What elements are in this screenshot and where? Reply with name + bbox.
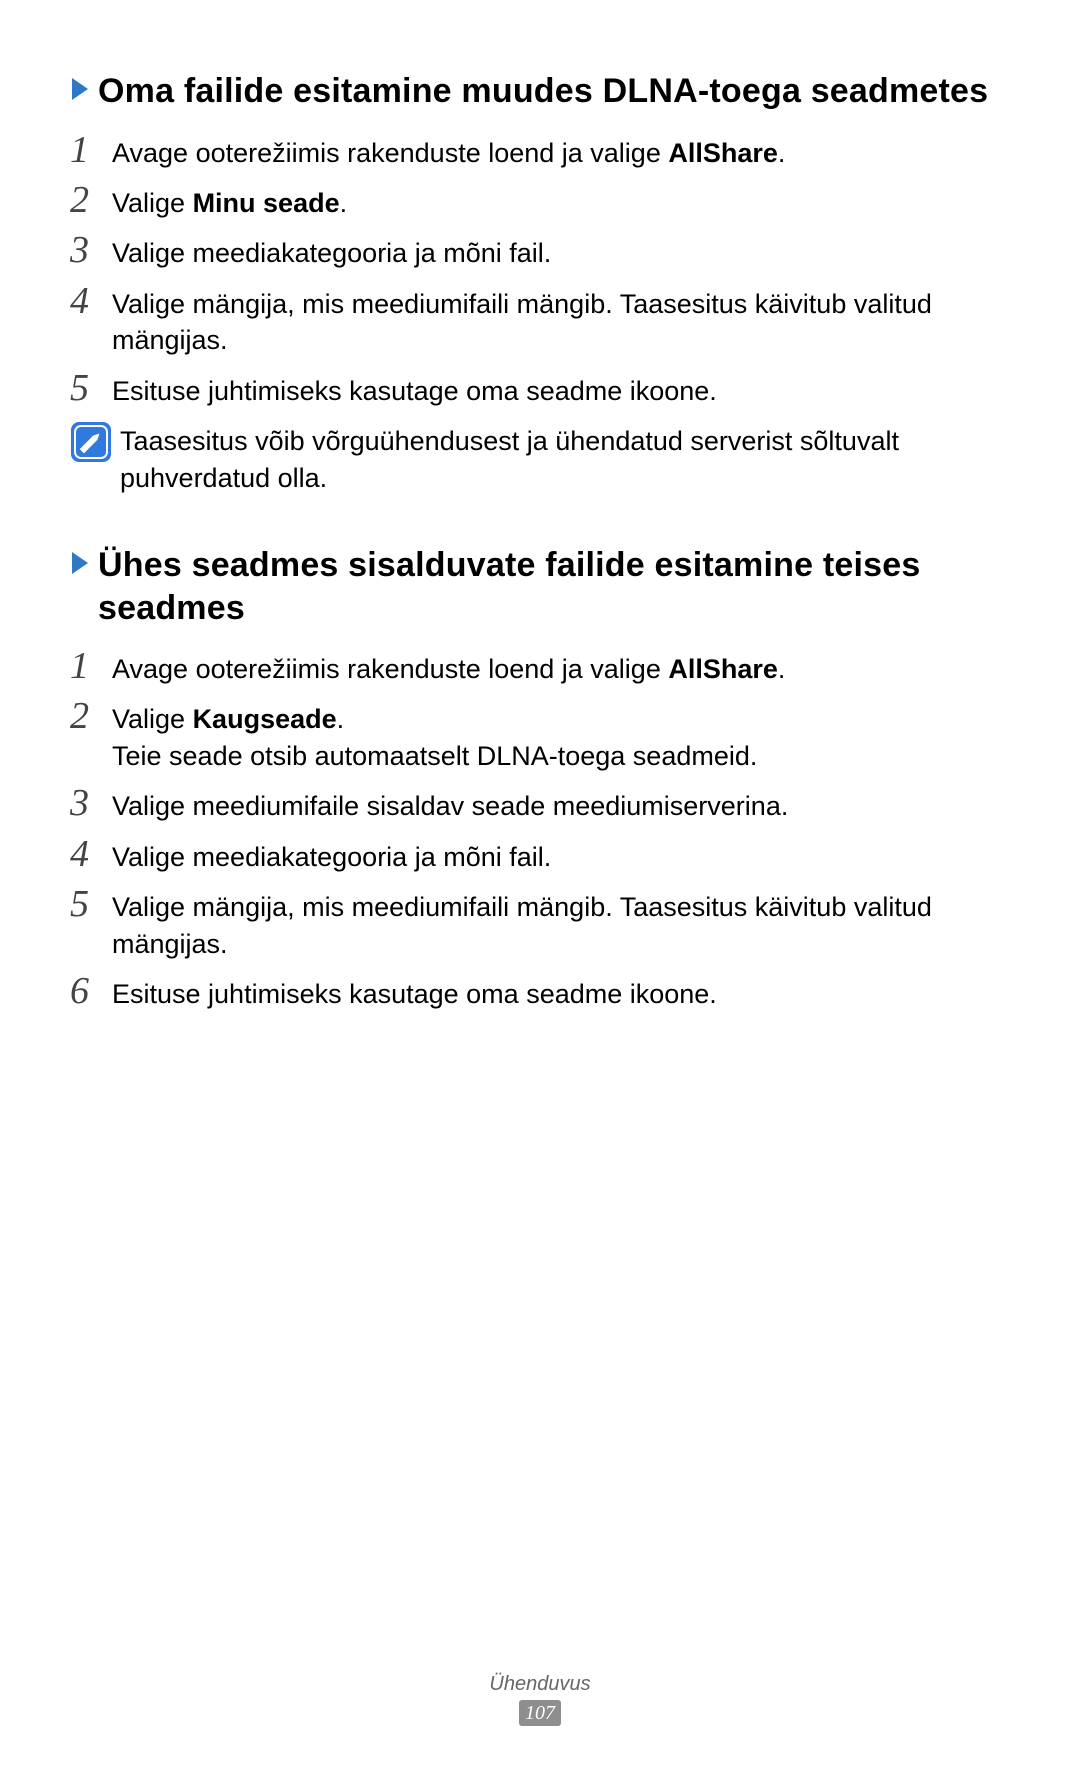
step-text: Valige meediakategooria ja mõni fail. [112,231,1010,271]
step-number: 1 [70,647,112,685]
page-number-badge: 107 [519,1700,561,1726]
step-number: 6 [70,972,112,1010]
step-number: 2 [70,697,112,735]
step-number: 4 [70,282,112,320]
section1-steps: 1 Avage ooterežiimis rakenduste loend ja… [70,131,1010,410]
section1-heading: Oma failide esitamine muudes DLNA-toega … [70,70,1010,113]
chevron-right-icon [70,74,92,104]
step-text: Valige meediakategooria ja mõni fail. [112,835,1010,875]
step-text: Valige Kaugseade. Teie seade otsib autom… [112,697,1010,774]
list-item: 5 Esituse juhtimiseks kasutage oma seadm… [70,369,1010,409]
step-number: 4 [70,835,112,873]
note-pencil-icon [70,421,112,463]
step-text: Valige mängija, mis meediumifaili mängib… [112,282,1010,359]
step-extra-text: Teie seade otsib automaatselt DLNA-toega… [112,738,1010,774]
step-text: Esituse juhtimiseks kasutage oma seadme … [112,972,1010,1012]
step-number: 5 [70,369,112,407]
document-page: Oma failide esitamine muudes DLNA-toega … [0,0,1080,1771]
step-text: Avage ooterežiimis rakenduste loend ja v… [112,647,1010,687]
list-item: 2 Valige Minu seade. [70,181,1010,221]
section2-heading: Ühes seadmes sisalduvate failide esitami… [70,544,1010,629]
list-item: 2 Valige Kaugseade. Teie seade otsib aut… [70,697,1010,774]
list-item: 1 Avage ooterežiimis rakenduste loend ja… [70,131,1010,171]
info-note: Taasesitus võib võrguühendusest ja ühend… [70,419,1010,496]
section1-heading-text: Oma failide esitamine muudes DLNA-toega … [98,70,988,113]
list-item: 5 Valige mängija, mis meediumifaili mäng… [70,885,1010,962]
chevron-right-icon [70,548,92,578]
list-item: 4 Valige meediakategooria ja mõni fail. [70,835,1010,875]
step-number: 1 [70,131,112,169]
step-number: 3 [70,784,112,822]
step-number: 3 [70,231,112,269]
step-text: Valige mängija, mis meediumifaili mängib… [112,885,1010,962]
list-item: 4 Valige mängija, mis meediumifaili mäng… [70,282,1010,359]
step-text: Esituse juhtimiseks kasutage oma seadme … [112,369,1010,409]
section2-heading-text: Ühes seadmes sisalduvate failide esitami… [98,544,1010,629]
list-item: 1 Avage ooterežiimis rakenduste loend ja… [70,647,1010,687]
page-footer: Ühenduvus 107 [0,1673,1080,1726]
section2-steps: 1 Avage ooterežiimis rakenduste loend ja… [70,647,1010,1013]
note-text: Taasesitus võib võrguühendusest ja ühend… [120,419,1010,496]
list-item: 3 Valige meediumifaile sisaldav seade me… [70,784,1010,824]
step-number: 2 [70,181,112,219]
step-text: Valige Minu seade. [112,181,1010,221]
list-item: 6 Esituse juhtimiseks kasutage oma seadm… [70,972,1010,1012]
step-text: Valige meediumifaile sisaldav seade meed… [112,784,1010,824]
footer-category: Ühenduvus [0,1673,1080,1696]
list-item: 3 Valige meediakategooria ja mõni fail. [70,231,1010,271]
step-text: Avage ooterežiimis rakenduste loend ja v… [112,131,1010,171]
step-number: 5 [70,885,112,923]
